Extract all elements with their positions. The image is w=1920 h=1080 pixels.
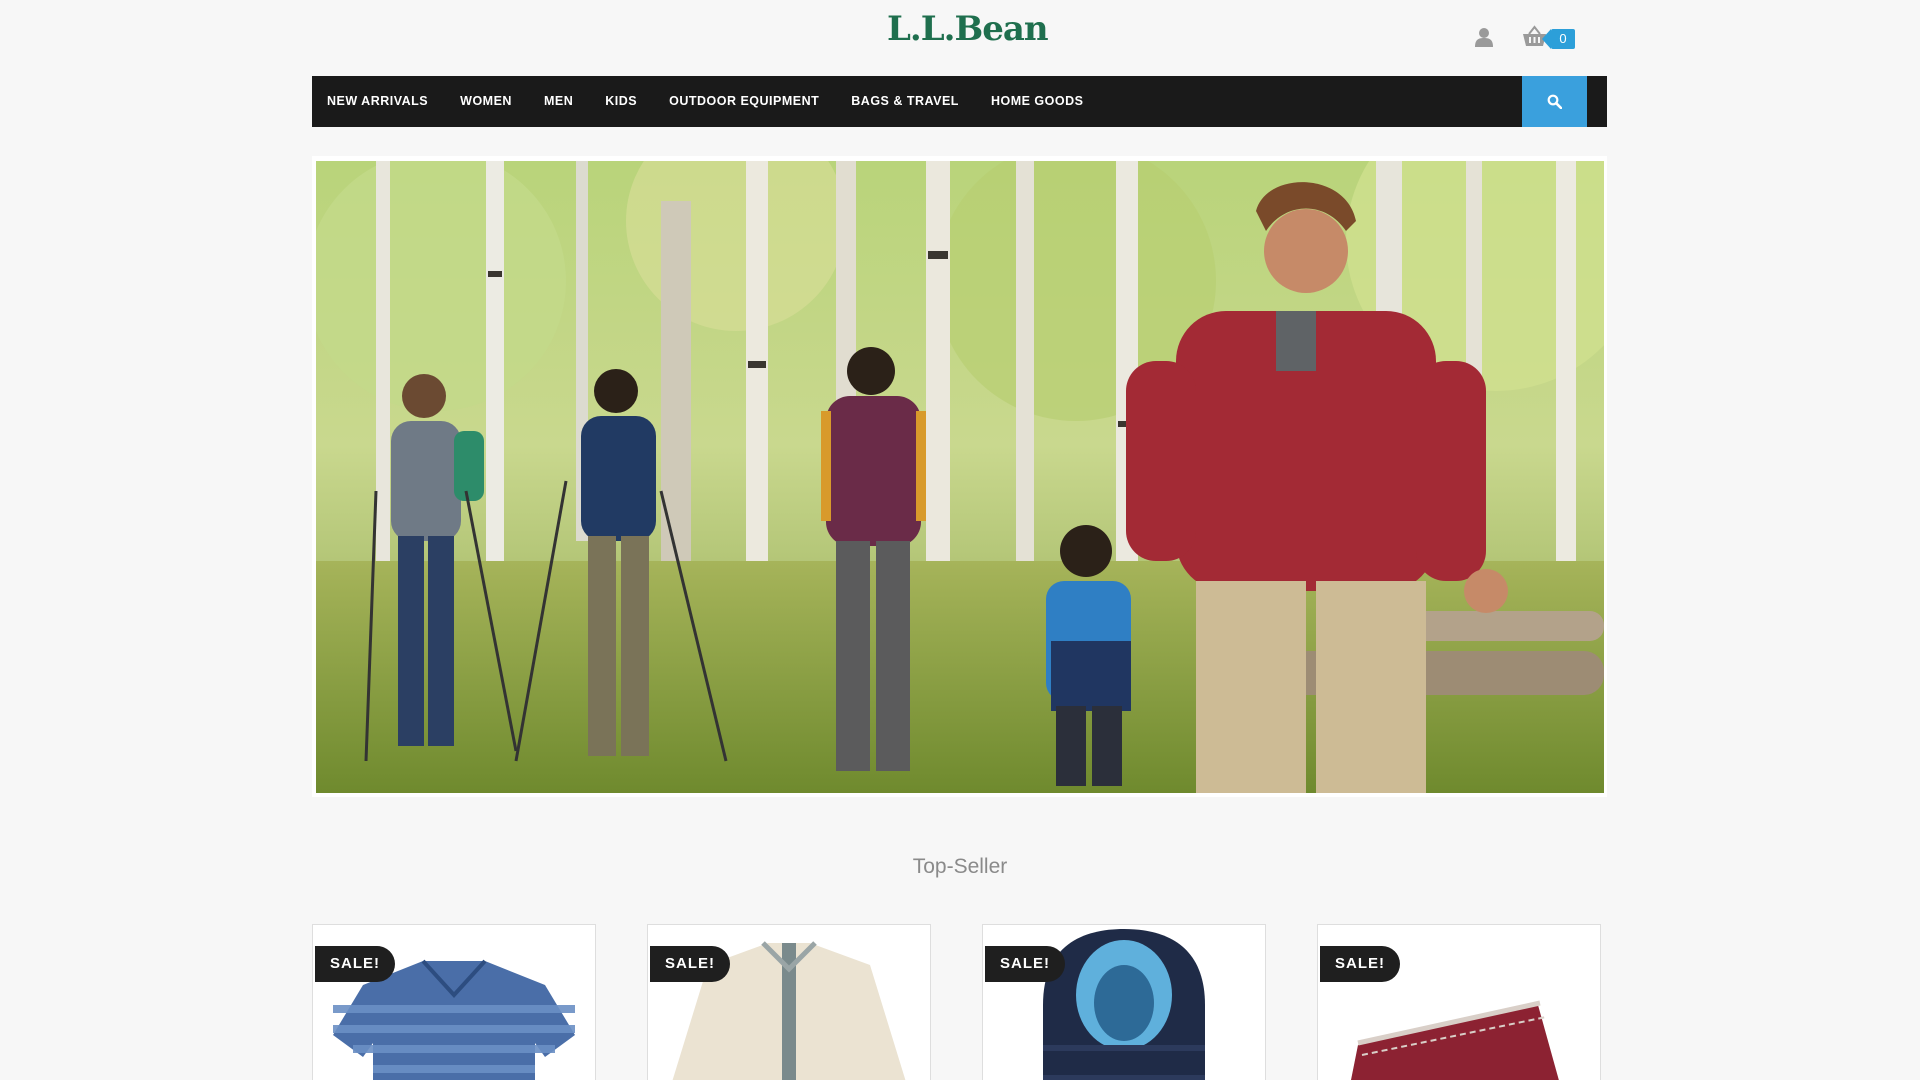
product-card[interactable]: SALE! [1317,924,1601,1080]
section-title-top-seller: Top-Seller [912,855,1008,878]
sale-badge: SALE! [650,946,730,982]
nav-item-men[interactable]: MEN [528,76,589,127]
product-card[interactable]: SALE! [647,924,931,1080]
nav-items: NEW ARRIVALS WOMEN MEN KIDS OUTDOOR EQUI… [312,76,1099,127]
cart-count-badge[interactable]: 0 [1542,29,1575,49]
user-icon[interactable] [1475,27,1493,47]
search-icon [1547,94,1562,109]
search-button[interactable] [1522,76,1587,127]
product-card[interactable]: SALE! [982,924,1266,1080]
nav-item-outdoor-equipment[interactable]: OUTDOOR EQUIPMENT [653,76,835,127]
page: L.L.Bean 0 NEW ARRIVALS WOMEN MEN KIDS O… [0,0,1920,1080]
nav-item-bags-travel[interactable]: BAGS & TRAVEL [835,76,975,127]
sale-badge: SALE! [985,946,1065,982]
nav-item-women[interactable]: WOMEN [444,76,528,127]
nav-item-kids[interactable]: KIDS [589,76,653,127]
sale-badge: SALE! [315,946,395,982]
product-card[interactable]: SALE! [312,924,596,1080]
brand-logo[interactable]: L.L.Bean [887,6,1049,52]
sale-badge: SALE! [1320,946,1400,982]
hero-image[interactable] [316,161,1604,793]
nav-item-home-goods[interactable]: HOME GOODS [975,76,1100,127]
main-nav: NEW ARRIVALS WOMEN MEN KIDS OUTDOOR EQUI… [312,76,1607,127]
nav-item-new-arrivals[interactable]: NEW ARRIVALS [312,76,444,127]
site-header: L.L.Bean 0 [0,0,1920,76]
